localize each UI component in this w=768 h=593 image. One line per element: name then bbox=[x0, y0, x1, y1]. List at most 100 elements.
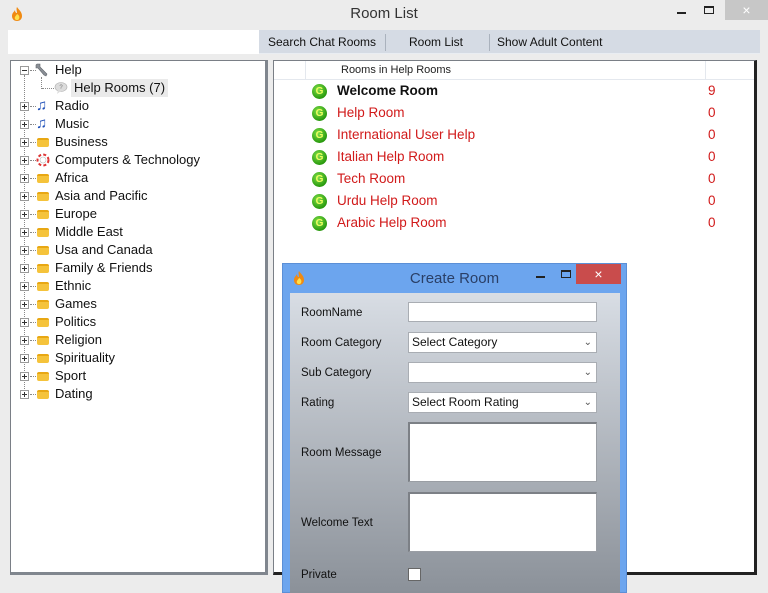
tree-node-category[interactable]: Spirituality bbox=[11, 349, 261, 367]
window-title: Room List bbox=[350, 5, 418, 22]
tree-node-help-rooms[interactable]: ? Help Rooms (7) bbox=[11, 79, 261, 97]
room-row[interactable]: G Urdu Help Room 0 bbox=[274, 190, 754, 212]
expand-icon[interactable] bbox=[20, 318, 29, 327]
expand-icon[interactable] bbox=[20, 192, 29, 201]
search-chat-rooms-button[interactable]: Search Chat Rooms bbox=[260, 30, 384, 54]
tree-line bbox=[30, 340, 36, 341]
folder-icon bbox=[37, 174, 49, 183]
room-list-window: Room List × Search Chat Rooms Room List … bbox=[0, 0, 768, 593]
chevron-down-icon: ⌄ bbox=[583, 337, 592, 348]
tree-line bbox=[30, 286, 36, 287]
close-button[interactable]: × bbox=[725, 0, 768, 20]
expand-icon[interactable] bbox=[20, 156, 29, 165]
expand-icon[interactable] bbox=[20, 174, 29, 183]
private-checkbox[interactable] bbox=[408, 568, 421, 581]
expand-icon[interactable] bbox=[20, 264, 29, 273]
folder-icon bbox=[37, 228, 49, 237]
tree-node-category[interactable]: Ethnic bbox=[11, 277, 261, 295]
expand-icon[interactable] bbox=[20, 228, 29, 237]
tree-node-category[interactable]: Europe bbox=[11, 205, 261, 223]
room-user-count: 0 bbox=[708, 171, 716, 186]
expand-icon[interactable] bbox=[20, 300, 29, 309]
tree-node-category[interactable]: ♫ Radio bbox=[11, 97, 261, 115]
minimize-icon bbox=[535, 276, 545, 278]
welcome-text-textarea[interactable] bbox=[408, 492, 597, 552]
tree-node-category[interactable]: Asia and Pacific bbox=[11, 187, 261, 205]
room-list-button[interactable]: Room List bbox=[401, 30, 471, 54]
welcome-text-label: Welcome Text bbox=[301, 517, 373, 529]
room-name-input[interactable] bbox=[408, 302, 597, 322]
expand-icon[interactable] bbox=[20, 372, 29, 381]
room-icon: G bbox=[312, 194, 327, 209]
sub-category-select[interactable]: ⌄ bbox=[408, 362, 597, 383]
music-note-icon: ♫ bbox=[36, 115, 48, 132]
tree-node-label: Middle East bbox=[55, 224, 123, 239]
maximize-button[interactable] bbox=[695, 0, 723, 20]
expand-icon[interactable] bbox=[20, 282, 29, 291]
room-user-count: 0 bbox=[708, 193, 716, 208]
tree-node-category[interactable]: Sport bbox=[11, 367, 261, 385]
room-name-label: RoomName bbox=[301, 307, 363, 319]
expand-icon[interactable] bbox=[20, 336, 29, 345]
expand-icon[interactable] bbox=[20, 390, 29, 399]
tree-node-category[interactable]: Religion bbox=[11, 331, 261, 349]
chevron-down-icon: ⌄ bbox=[583, 397, 592, 408]
column-header-blank[interactable] bbox=[274, 61, 306, 80]
tree-node-category[interactable]: Politics bbox=[11, 313, 261, 331]
rating-select[interactable]: Select Room Rating ⌄ bbox=[408, 392, 597, 413]
room-category-select[interactable]: Select Category ⌄ bbox=[408, 332, 597, 353]
toolbar: Search Chat Rooms Room List Show Adult C… bbox=[8, 30, 760, 54]
room-row[interactable]: G Help Room 0 bbox=[274, 102, 754, 124]
room-icon: G bbox=[312, 128, 327, 143]
expand-icon[interactable] bbox=[20, 102, 29, 111]
tree-line bbox=[30, 304, 36, 305]
tree-node-category[interactable]: ♫ Music bbox=[11, 115, 261, 133]
room-category-label: Room Category bbox=[301, 337, 382, 349]
tree-line bbox=[30, 232, 36, 233]
room-message-textarea[interactable] bbox=[408, 422, 597, 482]
room-category-value: Select Category bbox=[412, 335, 498, 349]
room-row[interactable]: G International User Help 0 bbox=[274, 124, 754, 146]
expand-icon[interactable] bbox=[20, 210, 29, 219]
folder-icon bbox=[37, 138, 49, 147]
expand-icon[interactable] bbox=[20, 246, 29, 255]
tree-line bbox=[30, 358, 36, 359]
tree-node-category[interactable]: Usa and Canada bbox=[11, 241, 261, 259]
tree-line bbox=[30, 214, 36, 215]
tree-node-label: Family & Friends bbox=[55, 260, 153, 275]
dialog-close-button[interactable]: × bbox=[576, 264, 621, 284]
room-user-count: 0 bbox=[708, 149, 716, 164]
show-adult-content-button[interactable]: Show Adult Content bbox=[489, 30, 610, 54]
tree-node-category[interactable]: Africa bbox=[11, 169, 261, 187]
dialog-minimize-button[interactable] bbox=[527, 264, 553, 284]
tree-node-category[interactable]: Computers & Technology bbox=[11, 151, 261, 169]
tree-node-label: Music bbox=[55, 116, 89, 131]
column-header-rooms[interactable]: Rooms in Help Rooms bbox=[306, 61, 706, 80]
room-row[interactable]: G Tech Room 0 bbox=[274, 168, 754, 190]
tree-line bbox=[30, 376, 36, 377]
tree-node-help[interactable]: Help bbox=[11, 61, 261, 79]
tree-line bbox=[30, 268, 36, 269]
music-note-icon: ♫ bbox=[36, 97, 48, 114]
room-row[interactable]: G Italian Help Room 0 bbox=[274, 146, 754, 168]
folder-icon bbox=[37, 318, 49, 327]
expand-icon[interactable] bbox=[20, 138, 29, 147]
tree-node-category[interactable]: Middle East bbox=[11, 223, 261, 241]
tree-line bbox=[30, 322, 36, 323]
search-input[interactable] bbox=[8, 30, 259, 54]
tree-node-label: Games bbox=[55, 296, 97, 311]
room-row[interactable]: G Welcome Room 9 bbox=[274, 80, 754, 102]
expand-icon[interactable] bbox=[20, 354, 29, 363]
minimize-button[interactable] bbox=[667, 0, 695, 20]
collapse-icon[interactable] bbox=[20, 66, 29, 75]
room-row[interactable]: G Arabic Help Room 0 bbox=[274, 212, 754, 234]
tree-node-category[interactable]: Games bbox=[11, 295, 261, 313]
tree-node-category[interactable]: Business bbox=[11, 133, 261, 151]
tree-node-label: Help bbox=[55, 62, 82, 77]
folder-icon bbox=[37, 336, 49, 345]
close-icon: × bbox=[742, 2, 751, 18]
tree-node-category[interactable]: Dating bbox=[11, 385, 261, 403]
folder-icon bbox=[37, 264, 49, 273]
tree-node-category[interactable]: Family & Friends bbox=[11, 259, 261, 277]
expand-icon[interactable] bbox=[20, 120, 29, 129]
